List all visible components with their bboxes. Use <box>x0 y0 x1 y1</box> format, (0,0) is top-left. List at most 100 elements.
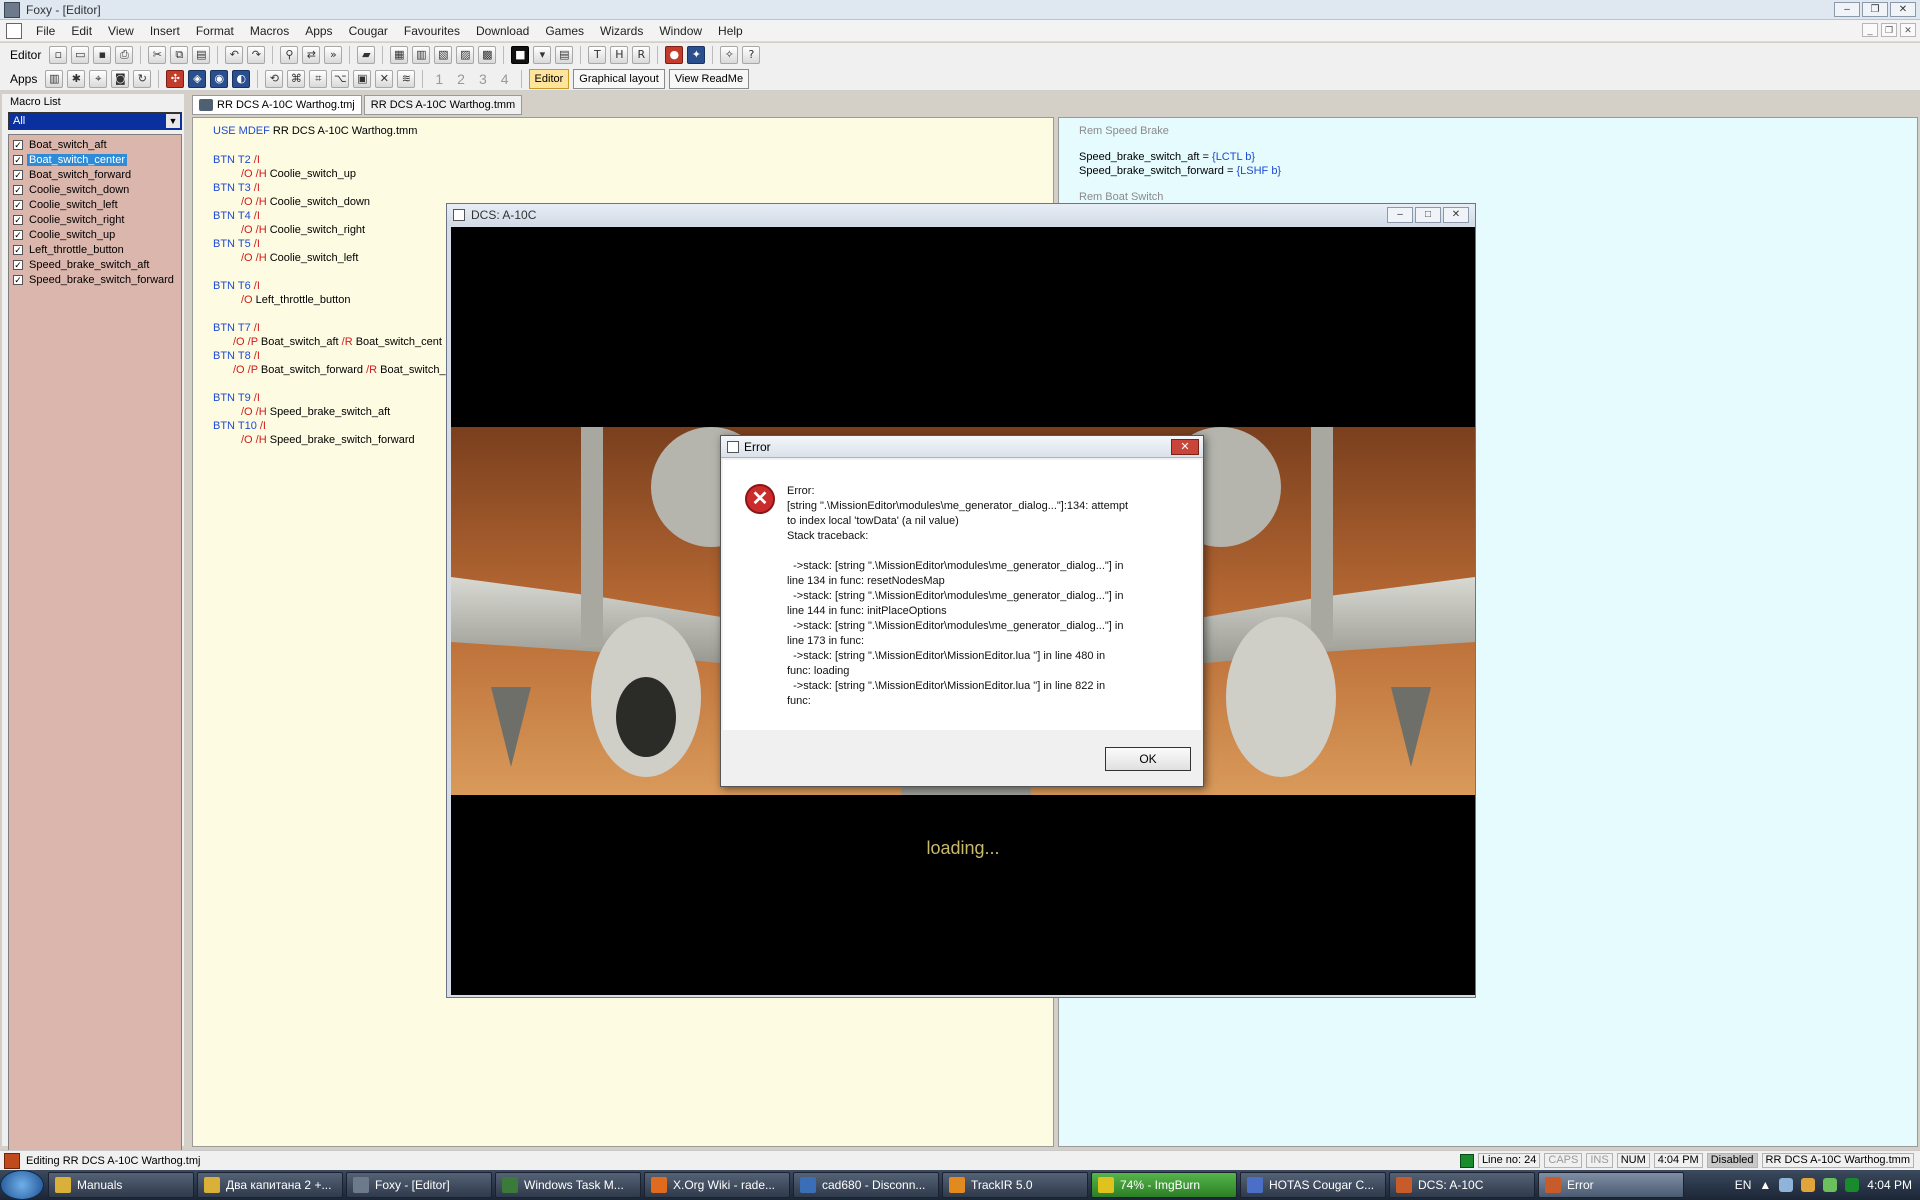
lightbulb-icon[interactable]: ✧ <box>720 46 739 64</box>
checkbox[interactable]: ✓ <box>13 259 23 270</box>
mdi-close-button[interactable]: ✕ <box>1900 23 1916 37</box>
taskbar-item[interactable]: TrackIR 5.0 <box>942 1172 1088 1198</box>
paste-icon[interactable]: ▤ <box>192 46 211 64</box>
taskbar-item[interactable]: DCS: A-10C <box>1389 1172 1535 1198</box>
error-dialog-title-bar[interactable]: Error <box>721 436 1203 458</box>
app-icon-11[interactable]: ⌘ <box>287 69 306 88</box>
taskbar-item[interactable]: cad680 - Disconn... <box>793 1172 939 1198</box>
layout-4-icon[interactable]: ▨ <box>456 46 475 64</box>
macro-list-item[interactable]: ✓ Boat_switch_aft <box>9 137 181 152</box>
volume-icon[interactable] <box>1779 1178 1794 1192</box>
macro-list-item[interactable]: ✓ Coolie_switch_right <box>9 212 181 227</box>
menu-cougar[interactable]: Cougar <box>341 24 396 38</box>
profile-number-1[interactable]: 1 <box>430 71 448 87</box>
error-dialog[interactable]: Error ✕ ✕ Error: [string ".\MissionEdito… <box>720 435 1204 787</box>
app-icon-2[interactable]: ✱ <box>67 69 86 88</box>
menu-view[interactable]: View <box>100 24 142 38</box>
app-icon-7[interactable]: ◈ <box>188 69 207 88</box>
menu-insert[interactable]: Insert <box>142 24 188 38</box>
macro-list-item[interactable]: ✓ Coolie_switch_down <box>9 182 181 197</box>
redo-icon[interactable]: ↷ <box>247 46 266 64</box>
find-next-icon[interactable]: » <box>324 46 343 64</box>
clock[interactable]: 4:04 PM <box>1867 1178 1912 1192</box>
dcs-title-bar[interactable]: DCS: A-10C <box>447 204 1475 226</box>
checkbox[interactable]: ✓ <box>13 199 23 210</box>
taskbar-item[interactable]: Windows Task M... <box>495 1172 641 1198</box>
menu-edit[interactable]: Edit <box>63 24 100 38</box>
taskbar-item[interactable]: Manuals <box>48 1172 194 1198</box>
power-icon[interactable] <box>1845 1178 1860 1192</box>
grid-icon[interactable]: ▤ <box>555 46 574 64</box>
document-menu-icon[interactable] <box>6 22 22 39</box>
ok-button[interactable]: OK <box>1105 747 1191 771</box>
macro-list-item[interactable]: ✓ Coolie_switch_left <box>9 197 181 212</box>
color-picker-icon[interactable]: ■ <box>511 46 530 64</box>
find-replace-icon[interactable]: ⇄ <box>302 46 321 64</box>
tray-expand-icon[interactable]: ▲ <box>1759 1178 1771 1192</box>
profile-number-4[interactable]: 4 <box>496 71 514 87</box>
checkbox[interactable]: ✓ <box>13 229 23 240</box>
menu-window[interactable]: Window <box>651 24 710 38</box>
app-icon-3[interactable]: ⌖ <box>89 69 108 88</box>
app-icon-9[interactable]: ◐ <box>232 69 251 88</box>
joystick-icon[interactable]: ✦ <box>687 46 706 64</box>
tab-tmm[interactable]: RR DCS A-10C Warthog.tmm <box>363 95 523 115</box>
app-icon-1[interactable]: ▥ <box>45 69 64 88</box>
profile-number-2[interactable]: 2 <box>452 71 470 87</box>
layout-3-icon[interactable]: ▧ <box>434 46 453 64</box>
close-button[interactable]: ✕ <box>1890 2 1916 17</box>
menu-help[interactable]: Help <box>710 24 751 38</box>
editor-mode-button[interactable]: Editor <box>528 68 570 89</box>
menu-games[interactable]: Games <box>537 24 592 38</box>
help-icon-h[interactable]: H <box>610 46 629 64</box>
mdi-restore-button[interactable]: ❐ <box>1881 23 1897 37</box>
app-icon-15[interactable]: ✕ <box>375 69 394 88</box>
menu-apps[interactable]: Apps <box>297 24 340 38</box>
macro-list-item[interactable]: ✓ Speed_brake_switch_aft <box>9 257 181 272</box>
start-button[interactable] <box>0 1170 44 1200</box>
minimize-button[interactable]: – <box>1834 2 1860 17</box>
checkbox[interactable]: ✓ <box>13 214 23 225</box>
cut-icon[interactable]: ✂ <box>148 46 167 64</box>
menu-format[interactable]: Format <box>188 24 242 38</box>
checkbox[interactable]: ✓ <box>13 274 23 285</box>
taskbar-item[interactable]: Два капитана 2 +... <box>197 1172 343 1198</box>
layout-1-icon[interactable]: ▦ <box>390 46 409 64</box>
taskbar-item[interactable]: Error <box>1538 1172 1684 1198</box>
macro-list-item[interactable]: ✓ Boat_switch_center <box>9 152 181 167</box>
restore-button[interactable]: ❐ <box>1862 2 1888 17</box>
dcs-close-button[interactable]: ✕ <box>1443 207 1469 223</box>
app-icon-4[interactable]: ◙ <box>111 69 130 88</box>
copy-icon[interactable]: ⧉ <box>170 46 189 64</box>
error-close-button[interactable]: ✕ <box>1171 439 1199 455</box>
macro-list-item[interactable]: ✓ Boat_switch_forward <box>9 167 181 182</box>
profile-number-3[interactable]: 3 <box>474 71 492 87</box>
view-readme-button[interactable]: View ReadMe <box>668 68 750 89</box>
app-icon-10[interactable]: ⟲ <box>265 69 284 88</box>
checkbox[interactable]: ✓ <box>13 184 23 195</box>
language-indicator[interactable]: EN <box>1735 1178 1752 1192</box>
app-icon-6[interactable]: ✣ <box>166 69 185 88</box>
taskbar-item[interactable]: HOTAS Cougar C... <box>1240 1172 1386 1198</box>
app-icon-16[interactable]: ≋ <box>397 69 416 88</box>
app-icon-8[interactable]: ◉ <box>210 69 229 88</box>
dcs-minimize-button[interactable]: – <box>1387 207 1413 223</box>
menu-download[interactable]: Download <box>468 24 537 38</box>
app-icon-13[interactable]: ⌥ <box>331 69 350 88</box>
taskbar-item[interactable]: X.Org Wiki - rade... <box>644 1172 790 1198</box>
mdi-minimize-button[interactable]: _ <box>1862 23 1878 37</box>
print-icon[interactable]: ⎙ <box>115 46 134 64</box>
app-icon-12[interactable]: ⌗ <box>309 69 328 88</box>
save-icon[interactable]: ▪ <box>93 46 112 64</box>
text-icon-1[interactable]: T <box>588 46 607 64</box>
checkbox[interactable]: ✓ <box>13 139 23 150</box>
taskbar-item[interactable]: 74% - ImgBurn <box>1091 1172 1237 1198</box>
menu-favourites[interactable]: Favourites <box>396 24 468 38</box>
new-file-icon[interactable]: ▫ <box>49 46 68 64</box>
taskbar-item[interactable]: Foxy - [Editor] <box>346 1172 492 1198</box>
record-icon[interactable]: ● <box>665 46 684 64</box>
layout-5-icon[interactable]: ▩ <box>478 46 497 64</box>
checkbox[interactable]: ✓ <box>13 154 23 165</box>
network-icon[interactable] <box>1823 1178 1838 1192</box>
checkbox[interactable]: ✓ <box>13 169 23 180</box>
